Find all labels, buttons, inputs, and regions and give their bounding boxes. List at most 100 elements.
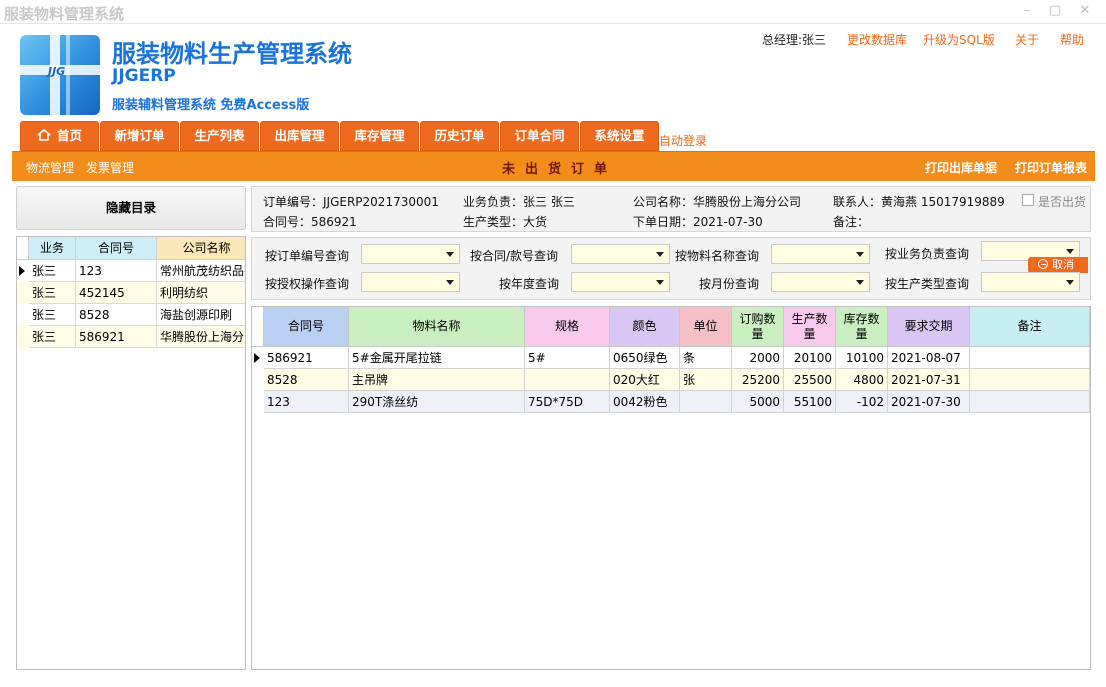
cell-color: 0042粉色 — [610, 391, 680, 413]
cell-contract: 8528 — [76, 304, 157, 326]
cell-salesman: 张三 — [29, 260, 76, 282]
home-icon — [37, 129, 51, 141]
col-color[interactable]: 颜色 — [610, 307, 680, 347]
cancel-button[interactable]: 取消 — [1028, 257, 1088, 273]
cell-order-qty: 25200 — [732, 369, 784, 391]
cell-contract: 586921 — [76, 326, 157, 348]
change-database-link[interactable]: 更改数据库 — [847, 31, 907, 48]
maximize-button[interactable]: ▢ — [1041, 2, 1069, 20]
auto-login-label: 自动登录 — [659, 134, 708, 148]
list-item[interactable]: 张三 123 常州航茂纺织品有 — [17, 260, 245, 282]
cell-unit: 张 — [680, 369, 732, 391]
col-material-name[interactable]: 物料名称 — [349, 307, 525, 347]
list-item[interactable]: 张三 452145 利明纺织 — [17, 282, 245, 304]
cell-contract-no: 8528 — [264, 369, 349, 391]
print-order-report-button[interactable]: 打印订单报表 — [1015, 159, 1087, 176]
search-prodtype-label: 按生产类型查询 — [885, 277, 970, 291]
search-auth-select[interactable] — [361, 272, 460, 292]
toolbar-title: 未出货订单 — [502, 162, 618, 177]
search-month-select[interactable] — [771, 272, 870, 292]
col-unit[interactable]: 单位 — [680, 307, 732, 347]
col-remark[interactable]: 备注 — [970, 307, 1090, 347]
tab-new-order[interactable]: 新增订单 — [100, 121, 179, 151]
chevron-down-icon — [446, 252, 454, 257]
search-contract-label: 按合同/款号查询 — [470, 249, 559, 263]
close-button[interactable]: ✕ — [1071, 2, 1099, 20]
col-company[interactable]: 公司名称 — [157, 237, 245, 260]
app-subtitle: JJGERP — [112, 66, 176, 86]
hide-directory-button[interactable]: 隐藏目录 — [16, 186, 246, 230]
cell-stock-qty: 4800 — [836, 369, 888, 391]
about-link[interactable]: 关于 — [1015, 31, 1039, 48]
cell-color: 0650绿色 — [610, 347, 680, 369]
help-link[interactable]: 帮助 — [1060, 31, 1084, 48]
left-order-list: 业务 合同号 公司名称 张三 123 常州航茂纺织品有 张三 452145 利明… — [16, 236, 246, 670]
cell-stock-qty: 10100 — [836, 347, 888, 369]
search-salesman-label: 按业务负责查询 — [885, 247, 970, 261]
cell-salesman: 张三 — [29, 326, 76, 348]
shipped-checkbox[interactable] — [1022, 194, 1034, 206]
cell-production-qty: 55100 — [784, 391, 836, 413]
logistics-link[interactable]: 物流管理 — [26, 159, 74, 176]
cell-unit — [680, 391, 732, 413]
list-item[interactable]: 张三 8528 海盐创源印刷 — [17, 304, 245, 326]
cell-contract-no: 123 — [264, 391, 349, 413]
tab-settings[interactable]: 系统设置 — [580, 121, 659, 151]
chevron-down-icon — [1066, 249, 1074, 254]
tab-history-orders[interactable]: 历史订单 — [420, 121, 499, 151]
search-panel: 按订单编号查询 按合同/款号查询 按物料名称查询 按业务负责查询 取消 按授权操… — [251, 237, 1091, 300]
invoice-link[interactable]: 发票管理 — [86, 159, 134, 176]
col-production-qty[interactable]: 生产数量 — [784, 307, 836, 347]
tab-inventory[interactable]: 库存管理 — [340, 121, 419, 151]
search-order-no-label: 按订单编号查询 — [265, 249, 350, 263]
top-links: 总经理:张三 更改数据库 升级为SQL版 关于 帮助 — [0, 31, 1106, 49]
search-month-label: 按月份查询 — [699, 277, 760, 291]
cell-due-date: 2021-08-07 — [888, 347, 970, 369]
order-date: 下单日期：2021-07-30 — [633, 215, 763, 229]
cell-production-qty: 25500 — [784, 369, 836, 391]
print-outbound-button[interactable]: 打印出库单据 — [925, 159, 997, 176]
current-row-icon — [19, 266, 25, 276]
cell-company: 海盐创源印刷 — [157, 304, 245, 326]
cell-material-name: 主吊牌 — [349, 369, 525, 391]
search-material-select[interactable] — [771, 244, 870, 264]
chevron-down-icon — [446, 280, 454, 285]
search-year-select[interactable] — [571, 272, 670, 292]
chevron-down-icon — [1066, 280, 1074, 285]
tab-outbound[interactable]: 出库管理 — [260, 121, 339, 151]
col-spec[interactable]: 规格 — [525, 307, 610, 347]
cell-order-qty: 2000 — [732, 347, 784, 369]
search-prodtype-select[interactable] — [981, 272, 1080, 292]
search-contract-select[interactable] — [571, 244, 670, 264]
tab-home[interactable]: 首页 — [20, 121, 99, 151]
minimize-button[interactable]: – — [1013, 2, 1041, 20]
cell-spec: 5# — [525, 347, 610, 369]
cell-spec — [525, 369, 610, 391]
col-stock-qty[interactable]: 库存数量 — [836, 307, 888, 347]
col-salesman[interactable]: 业务 — [29, 237, 76, 260]
tab-order-contract[interactable]: 订单合同 — [500, 121, 579, 151]
cell-production-qty: 20100 — [784, 347, 836, 369]
cell-remark — [970, 369, 1090, 391]
col-contract-no[interactable]: 合同号 — [264, 307, 349, 347]
shipped-label: 是否出货 — [1038, 195, 1087, 209]
cell-company: 华腾股份上海分公 — [157, 326, 245, 348]
cell-contract-no: 586921 — [264, 347, 349, 369]
window-title: 服装物料管理系统 — [4, 5, 125, 23]
order-info-panel: 订单编号：JJGERP2021730001 业务负责：张三 张三 公司名称：华腾… — [251, 186, 1091, 232]
production-type: 生产类型：大货 — [463, 215, 548, 229]
cell-remark — [970, 391, 1090, 413]
cell-stock-qty: -102 — [836, 391, 888, 413]
col-order-qty[interactable]: 订购数量 — [732, 307, 784, 347]
list-item[interactable]: 张三 586921 华腾股份上海分公 — [17, 326, 245, 348]
chevron-down-icon — [856, 252, 864, 257]
search-order-no-select[interactable] — [361, 244, 460, 264]
upgrade-sql-link[interactable]: 升级为SQL版 — [923, 31, 995, 48]
cell-company: 利明纺织 — [157, 282, 245, 304]
auto-login-link[interactable]: 自动登录 — [656, 132, 707, 149]
cell-unit: 条 — [680, 347, 732, 369]
col-contract[interactable]: 合同号 — [76, 237, 157, 260]
tab-production-list[interactable]: 生产列表 — [180, 121, 259, 151]
chevron-down-icon — [856, 280, 864, 285]
col-due-date[interactable]: 要求交期 — [888, 307, 970, 347]
